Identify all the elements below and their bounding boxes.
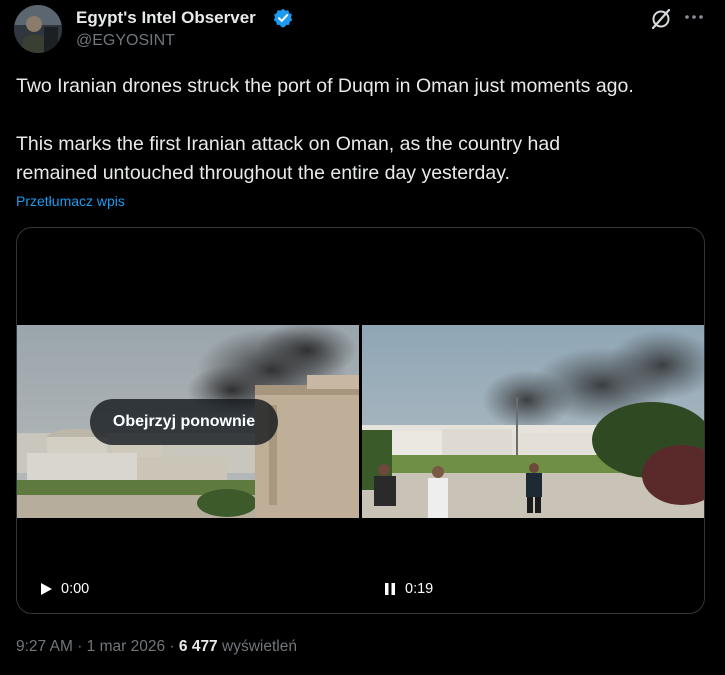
grok-icon[interactable]: [650, 8, 672, 30]
media-card[interactable]: Obejrzyj ponownie 0:00 0:19: [16, 227, 705, 614]
display-name[interactable]: Egypt's Intel Observer: [76, 8, 256, 28]
pause-control[interactable]: 0:19: [383, 581, 433, 597]
translate-post-link[interactable]: Przetłumacz wpis: [16, 193, 125, 209]
tweet-paragraph-1: Two Iranian drones struck the port of Du…: [16, 75, 634, 97]
meta-separator: ·: [169, 638, 175, 655]
verified-badge-icon[interactable]: [273, 8, 293, 28]
more-options-icon[interactable]: [683, 13, 705, 21]
tweet-paragraph-2-line-2: remained untouched throughout the entire…: [16, 162, 510, 184]
post-time[interactable]: 9:27 AM: [16, 638, 73, 655]
handle[interactable]: @EGYOSINT: [76, 32, 175, 50]
views-count: 6 477: [178, 638, 218, 655]
video-thumbnail-right[interactable]: [362, 325, 704, 518]
views-label: wyświetleń: [222, 638, 297, 655]
tweet-text: Two Iranian drones struck the port of Du…: [16, 72, 706, 188]
right-video-time: 0:19: [405, 581, 434, 597]
post-date[interactable]: 1 mar 2026: [87, 638, 165, 655]
pause-icon[interactable]: [383, 582, 397, 596]
tweet-paragraph-2-line-1: This marks the first Iranian attack on O…: [16, 133, 561, 155]
replay-button[interactable]: Obejrzyj ponownie: [90, 399, 278, 445]
meta-separator: ·: [77, 638, 83, 655]
tweet-meta: 9:27 AM · 1 mar 2026 · 6 477 wyświetleń: [16, 638, 297, 656]
avatar[interactable]: [14, 5, 62, 53]
play-control[interactable]: 0:00: [39, 581, 89, 597]
left-video-time: 0:00: [61, 581, 90, 597]
play-icon[interactable]: [39, 582, 53, 596]
